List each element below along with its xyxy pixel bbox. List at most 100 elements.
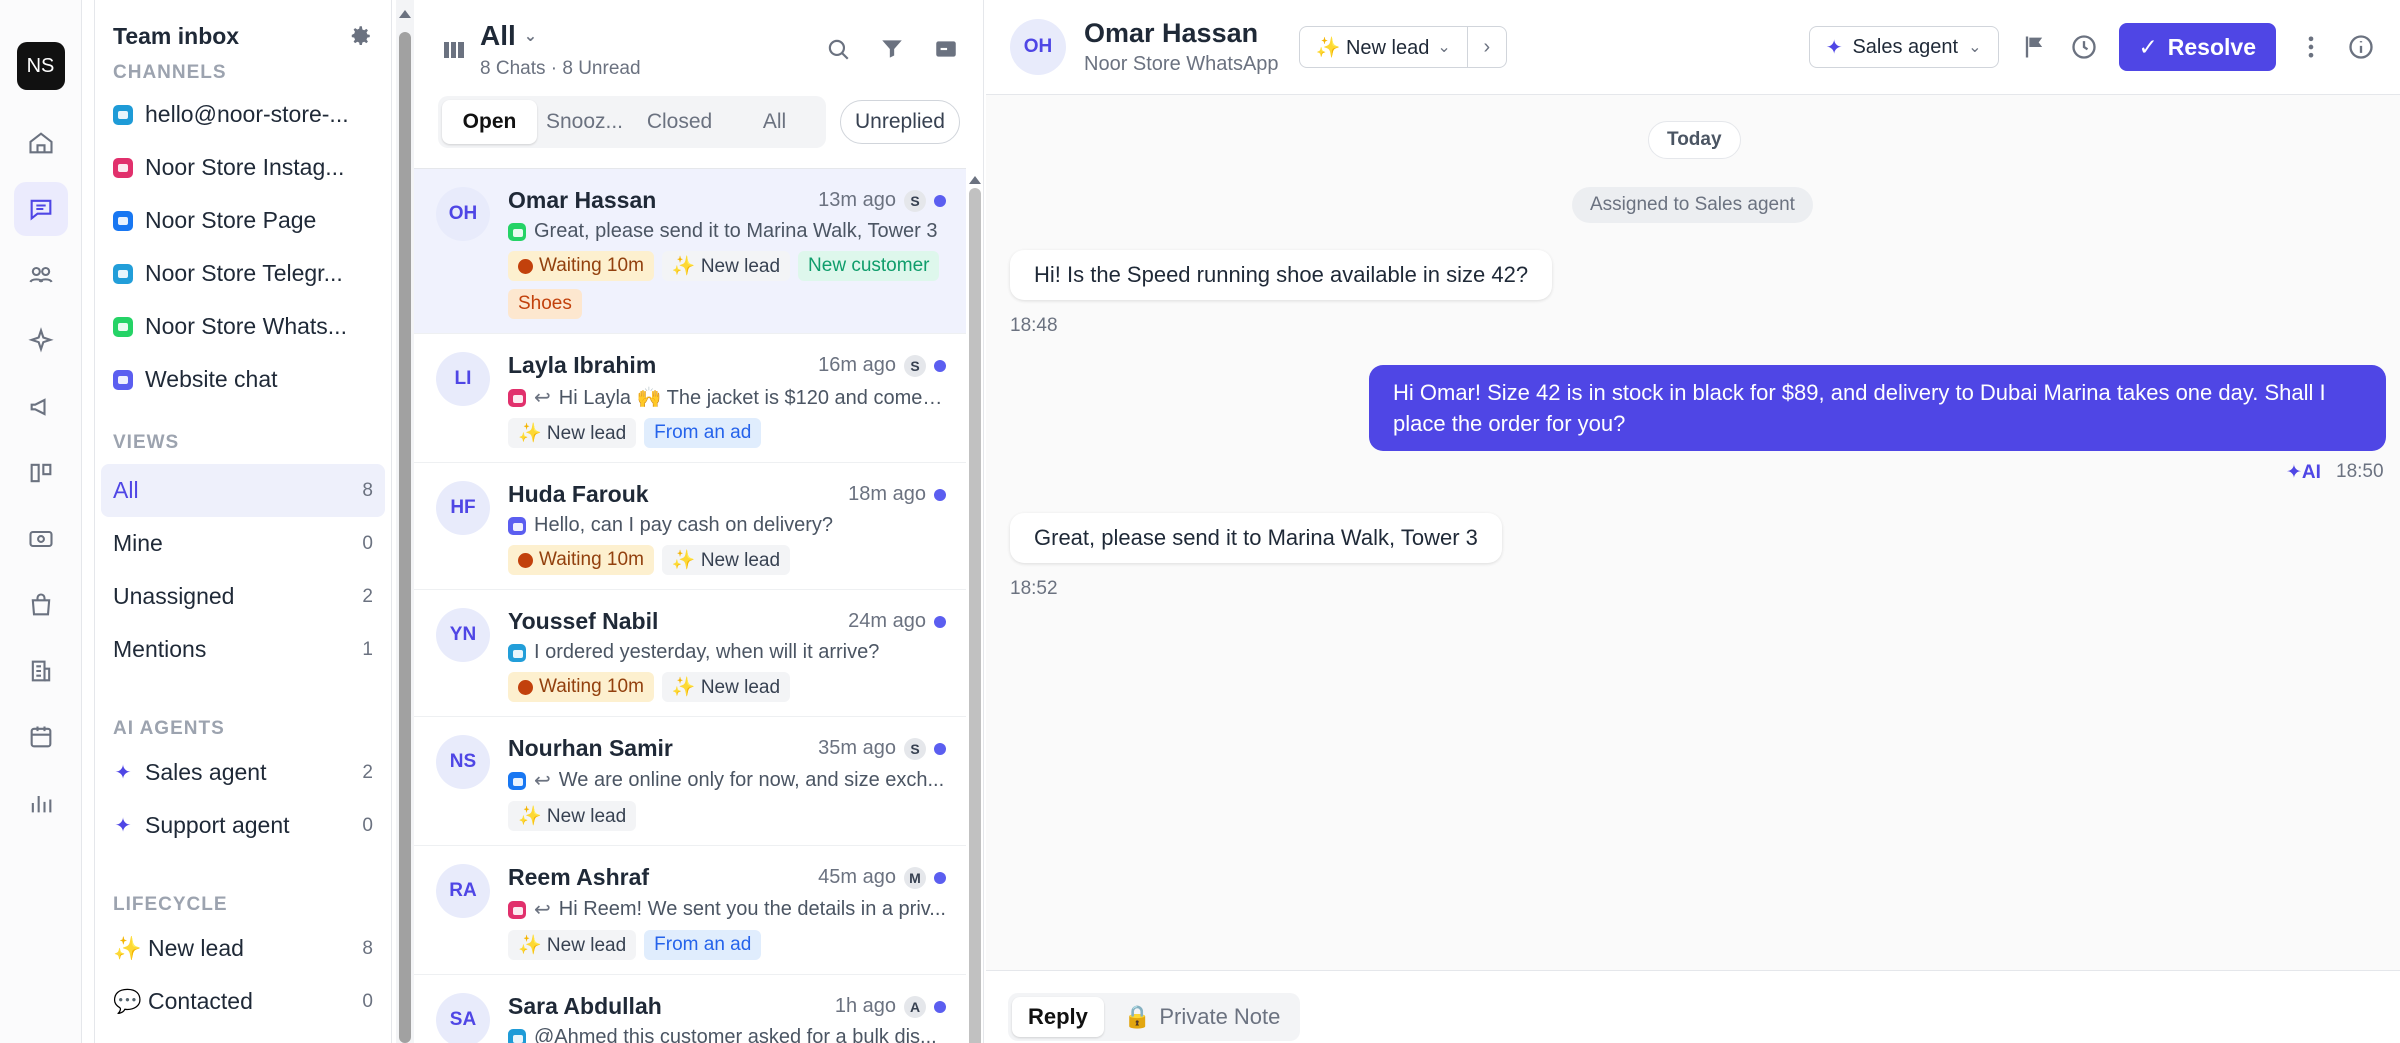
message-time: 18:48 [1010,315,1058,336]
lifecycle-item[interactable]: 💬 Contacted 0 [101,975,385,1028]
channel-item[interactable]: Noor Store Whats... [101,300,385,353]
unread-dot [934,1000,946,1013]
tag: ✨ New lead [661,672,791,702]
conversation-item[interactable]: RA Reem Ashraf 45m ago M ↩ Hi Reem! We sent y… [414,846,966,975]
message-thread: Today Assigned to Sales agent Hi! Is the… [986,95,2400,970]
view-item[interactable]: Mine 0 [101,517,385,570]
columns-icon[interactable] [442,38,466,62]
status-tab[interactable]: All [727,100,822,144]
lifecycle-item-label: ✨ New lead [113,935,244,961]
conversation-item[interactable]: OH Omar Hassan 13m ago S Great, please send … [414,169,966,334]
telegram-icon [113,263,133,284]
app-rail: NS [0,0,82,1043]
list-title[interactable]: All ⌄ [480,20,641,52]
home-icon[interactable] [14,116,68,170]
sidebar-scrollbar[interactable] [396,0,414,1043]
reply-tab[interactable]: Reply [1012,997,1104,1037]
pipeline-icon[interactable] [14,446,68,500]
contact-name: Layla Ibrahim [508,352,657,378]
incoming-message[interactable]: Great, please send it to Marina Walk, To… [1010,513,1502,563]
status-tab[interactable]: Open [442,100,537,144]
contact-name: Nourhan Samir [508,735,673,761]
workspace-avatar[interactable]: NS [16,42,65,90]
view-item-count: 1 [362,638,373,660]
incoming-message[interactable]: Hi! Is the Speed running shoe available … [1010,250,1553,300]
private-note-tab[interactable]: 🔒 Private Note [1108,997,1296,1037]
snooze-clock-icon[interactable] [2069,32,2099,62]
channel-icon [508,771,526,790]
chevron-down-icon: ⌄ [523,28,538,45]
contact-name: Huda Farouk [508,481,649,507]
status-tab[interactable]: Snooz... [537,100,632,144]
channel-item[interactable]: hello@noor-store-... [101,88,385,141]
unread-dot [934,871,946,884]
contact-name[interactable]: Omar Hassan [1084,18,1279,49]
agent-item[interactable]: ✦ Sales agent 2 [101,746,385,799]
ai-agents-icon[interactable] [14,314,68,368]
next-stage-button[interactable]: › [1468,36,1506,59]
outgoing-message[interactable]: Hi Omar! Size 42 is in stock in black fo… [1369,365,2386,451]
view-item-label: Mentions [113,636,207,662]
inbox-sidebar: Team inbox CHANNELS hello@noor-store-...… [94,0,392,1043]
channel-item[interactable]: Noor Store Telegr... [101,247,385,300]
lifecycle-item[interactable]: ✨ New lead 8 [101,922,385,975]
flag-icon[interactable] [2019,32,2049,62]
calendar-icon[interactable] [14,710,68,764]
resolve-button[interactable]: ✓ Resolve [2118,23,2276,71]
chat-icon [113,369,133,390]
message-preview: Hi Layla 🙌 The jacket is $120 and comes.… [558,387,946,409]
compose-icon[interactable] [933,36,959,62]
contact-avatar[interactable]: OH [1010,19,1066,75]
list-scrollbar[interactable] [966,168,983,1043]
settings-gear-icon[interactable] [347,23,373,49]
lock-icon: 🔒 [1123,1004,1152,1029]
channel-item[interactable]: Noor Store Page [101,194,385,247]
tag: Shoes [508,289,582,319]
info-icon[interactable] [2346,32,2376,62]
sparkle-icon: ✦ [114,762,132,784]
conversation-item[interactable]: SA Sara Abdullah 1h ago A @Ahmed this custom… [414,975,966,1043]
channel-item[interactable]: Noor Store Instag... [101,141,385,194]
conversation-item[interactable]: LI Layla Ibrahim 16m ago S ↩ Hi Layla 🙌 The j… [414,334,966,463]
contact-name: Youssef Nabil [508,608,659,634]
view-item[interactable]: Mentions 1 [101,623,385,676]
unreplied-filter-button[interactable]: Unreplied [840,100,960,144]
conversation-item[interactable]: YN Youssef Nabil 24m ago I ordered yesterda… [414,590,966,717]
contact-channel: Noor Store WhatsApp [1084,53,1279,75]
lifecycle-item-count: 0 [362,990,373,1012]
reply-icon: ↩ [534,387,551,409]
unread-dot [934,742,946,755]
avatar: YN [436,608,490,662]
agent-item[interactable]: ✦ Support agent 0 [101,799,385,852]
composer: Reply 🔒 Private Note [986,970,2400,1043]
lifecycle-item-label: 💬 Contacted [113,988,253,1014]
view-item[interactable]: Unassigned 2 [101,570,385,623]
ai-agents-heading: AI AGENTS [113,718,225,739]
payments-icon[interactable] [14,512,68,566]
channel-label: hello@noor-store-... [145,101,349,127]
view-item[interactable]: All 8 [101,464,385,517]
message-preview: Great, please send it to Marina Walk, To… [534,220,938,242]
lifecycle-stage-dropdown[interactable]: ✨ New lead ⌄ › [1298,26,1507,68]
status-tab[interactable]: Closed [632,100,727,144]
company-icon[interactable] [14,644,68,698]
campaigns-icon[interactable] [14,380,68,434]
conversation-item[interactable]: HF Huda Farouk 18m ago Hello, can I pay cas… [414,463,966,590]
conversation-item[interactable]: NS Nourhan Samir 35m ago S ↩ We are online on… [414,717,966,846]
channel-item[interactable]: Website chat [101,353,385,406]
assign-agent-dropdown[interactable]: ✦ Sales agent ⌄ [1808,26,1999,68]
chevron-down-icon: ⌄ [1968,39,1982,56]
assignee-badge: M [904,866,926,889]
shop-bag-icon[interactable] [14,578,68,632]
more-options-icon[interactable] [2296,32,2326,62]
inbox-icon[interactable] [13,182,68,236]
assignment-note: Assigned to Sales agent [1572,187,1813,223]
search-icon[interactable] [825,36,851,62]
list-subtitle: 8 Chats · 8 Unread [480,58,641,79]
contacts-icon[interactable] [14,248,68,302]
channel-label: Noor Store Page [145,207,317,233]
filter-icon[interactable] [879,36,905,62]
message-time: 18:50 [2336,461,2384,482]
reply-icon: ↩ [534,770,551,792]
reports-icon[interactable] [14,776,68,830]
